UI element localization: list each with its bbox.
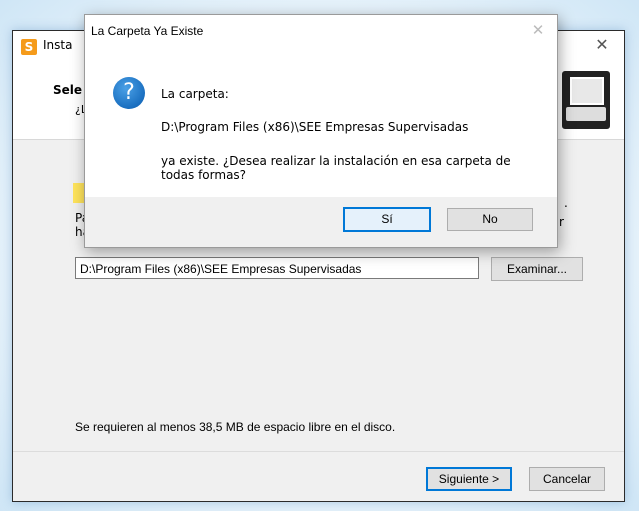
installer-close-icon[interactable]: ✕	[592, 35, 612, 55]
disk-space-text: Se requieren al menos 38,5 MB de espacio…	[75, 420, 396, 434]
folder-exists-dialog: La Carpeta Ya Existe ✕ ? La carpeta: D:\…	[84, 14, 558, 248]
installer-app-icon: S	[21, 39, 37, 55]
dialog-footer: Sí No	[85, 197, 557, 247]
no-button[interactable]: No	[447, 208, 533, 231]
footer-separator	[13, 451, 624, 452]
cancel-button[interactable]: Cancelar	[529, 467, 605, 491]
dialog-message-line1: La carpeta:	[161, 87, 229, 101]
computer-install-icon	[562, 71, 610, 129]
install-path-input[interactable]: D:\Program Files (x86)\SEE Empresas Supe…	[75, 257, 479, 279]
body-text-dot: .	[564, 196, 568, 210]
installer-title: Insta	[43, 38, 73, 52]
dialog-content: ? La carpeta: D:\Program Files (x86)\SEE…	[85, 47, 557, 197]
next-button[interactable]: Siguiente >	[426, 467, 512, 491]
dialog-titlebar: La Carpeta Ya Existe ✕	[85, 15, 557, 47]
computer-base-shape	[566, 107, 606, 121]
header-title: Sele	[53, 83, 83, 97]
browse-button[interactable]: Examinar...	[491, 257, 583, 281]
question-icon: ?	[113, 77, 145, 109]
yes-button[interactable]: Sí	[343, 207, 431, 232]
body-text-right-fragment: r	[559, 215, 564, 229]
dialog-message-question: ya existe. ¿Desea realizar la instalació…	[161, 154, 511, 182]
dialog-close-icon[interactable]: ✕	[529, 21, 547, 39]
monitor-shape	[570, 77, 604, 105]
dialog-title: La Carpeta Ya Existe	[91, 24, 204, 38]
dialog-message-path: D:\Program Files (x86)\SEE Empresas Supe…	[161, 120, 469, 134]
